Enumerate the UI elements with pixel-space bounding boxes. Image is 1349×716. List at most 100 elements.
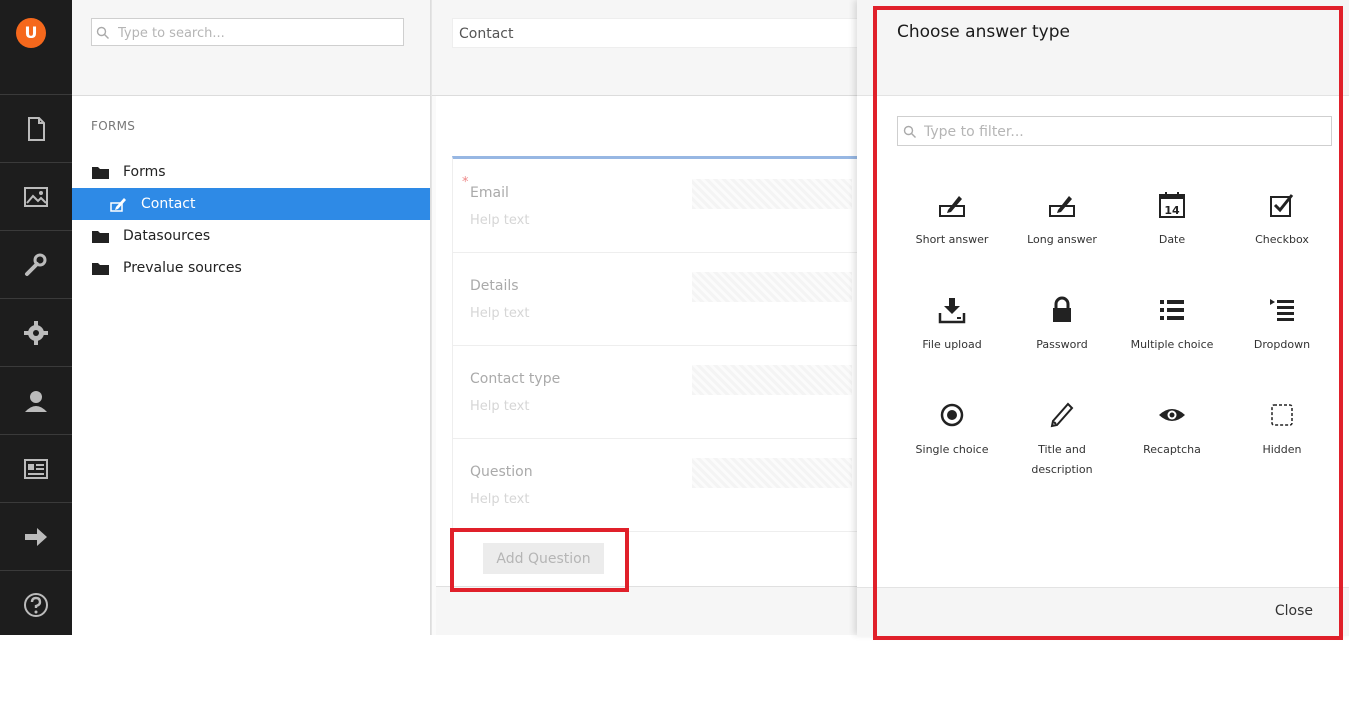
field-help-text: Help text: [470, 492, 530, 507]
short-answer-icon: [939, 196, 965, 217]
umbraco-logo-icon[interactable]: U: [16, 18, 46, 48]
tree-item-prevalue-sources[interactable]: Prevalue sources: [72, 252, 430, 284]
dropdown-list-icon: [1270, 299, 1294, 321]
type-multiple-choice[interactable]: Multiple choice: [1117, 295, 1227, 395]
calendar-day: 14: [1164, 204, 1180, 217]
folder-icon: [92, 166, 109, 179]
content-section-button[interactable]: [0, 94, 72, 162]
type-label: File upload: [922, 338, 982, 351]
field-placeholder: [692, 179, 852, 209]
required-marker: *: [462, 175, 469, 190]
type-title-and-description[interactable]: Title and description: [1007, 400, 1117, 500]
search-icon: [96, 26, 109, 39]
members-section-button[interactable]: [0, 434, 72, 502]
editor-footer: [436, 587, 858, 635]
app-sidebar: U: [0, 0, 72, 635]
type-short-answer[interactable]: Short answer: [897, 190, 1007, 290]
type-label: Hidden: [1262, 443, 1302, 456]
add-question-button[interactable]: Add Question: [483, 543, 604, 574]
tree-panel: FORMS Forms Contact Datasources Prevalue…: [72, 0, 431, 635]
field-label: Details: [470, 278, 519, 294]
form-field-contact-type[interactable]: Contact type Help text: [453, 345, 873, 439]
help-section-button[interactable]: [0, 570, 72, 638]
developer-section-button[interactable]: [0, 298, 72, 366]
form-field-details[interactable]: Details Help text: [453, 252, 873, 346]
tree-item-label: Prevalue sources: [123, 260, 242, 276]
field-placeholder: [692, 458, 852, 488]
filter-box[interactable]: [897, 116, 1332, 146]
calendar-icon: 14: [1159, 192, 1185, 218]
tree-item-label: Forms: [123, 164, 166, 180]
type-single-choice[interactable]: Single choice: [897, 400, 1007, 500]
type-label: Long answer: [1027, 233, 1097, 246]
type-password[interactable]: Password: [1007, 295, 1117, 395]
media-icon: [24, 186, 48, 207]
filter-input[interactable]: [922, 121, 1326, 143]
tree-header: [72, 0, 430, 96]
form-field-question[interactable]: Question Help text: [453, 438, 873, 532]
tree-item-label: Contact: [141, 196, 196, 212]
type-recaptcha[interactable]: Recaptcha: [1117, 400, 1227, 500]
hidden-dashed-icon: [1271, 404, 1293, 426]
developer-gear-icon: [24, 320, 48, 345]
type-hidden[interactable]: Hidden: [1227, 400, 1337, 500]
field-placeholder: [692, 365, 852, 395]
folder-icon: [92, 262, 109, 275]
dialog-title: Choose answer type: [897, 22, 1070, 42]
help-icon: [24, 592, 48, 617]
media-section-button[interactable]: [0, 162, 72, 230]
editor-body: * Email Help text Details Help text Cont…: [436, 96, 873, 587]
type-dropdown[interactable]: Dropdown: [1227, 295, 1337, 395]
type-label: Single choice: [915, 443, 989, 456]
tree-item-datasources[interactable]: Datasources: [72, 220, 430, 252]
field-label: Email: [470, 185, 509, 201]
form-fields-card: * Email Help text Details Help text Cont…: [452, 156, 873, 534]
form-edit-icon: [110, 198, 126, 212]
pencil-icon: [1050, 402, 1074, 428]
tree-search-input[interactable]: [116, 22, 400, 44]
type-label: Recaptcha: [1143, 443, 1201, 456]
type-long-answer[interactable]: Long answer: [1007, 190, 1117, 290]
radio-icon: [940, 403, 964, 427]
file-upload-icon: [938, 298, 966, 324]
folder-icon: [92, 230, 109, 243]
type-file-upload[interactable]: File upload: [897, 295, 1007, 395]
type-checkbox[interactable]: Checkbox: [1227, 190, 1337, 290]
members-card-icon: [24, 458, 48, 479]
list-icon: [1160, 300, 1184, 320]
users-icon: [25, 390, 47, 412]
search-icon: [903, 125, 916, 138]
tree-search-box[interactable]: [91, 18, 404, 46]
answer-type-dialog: Choose answer type Short answer Long ans…: [857, 0, 1349, 636]
close-button[interactable]: Close: [1275, 603, 1313, 619]
form-field-email[interactable]: * Email Help text: [453, 159, 873, 253]
settings-wrench-icon: [25, 253, 47, 276]
tree-section-title: FORMS: [91, 119, 136, 133]
dialog-footer: Close: [857, 587, 1349, 636]
content-icon: [28, 116, 45, 141]
type-date[interactable]: 14 Date: [1117, 190, 1227, 290]
type-label: Short answer: [915, 233, 989, 246]
type-label: Title and description: [1031, 443, 1093, 476]
field-label: Contact type: [470, 371, 561, 387]
type-label: Checkbox: [1255, 233, 1309, 246]
lock-icon: [1053, 296, 1071, 322]
field-help-text: Help text: [470, 306, 530, 321]
type-label: Date: [1158, 233, 1186, 246]
editor-header: Contact: [432, 0, 872, 96]
long-answer-icon: [1049, 196, 1075, 217]
type-label: Password: [1036, 338, 1088, 351]
form-name-field[interactable]: Contact: [452, 18, 872, 48]
users-section-button[interactable]: [0, 366, 72, 434]
forms-arrow-icon: [25, 527, 47, 546]
eye-icon: [1159, 409, 1185, 421]
forms-section-button[interactable]: [0, 502, 72, 570]
field-label: Question: [470, 464, 533, 480]
tree-item-contact[interactable]: Contact: [72, 188, 430, 220]
tree-item-forms[interactable]: Forms: [72, 156, 430, 188]
type-label: Multiple choice: [1130, 338, 1214, 351]
settings-section-button[interactable]: [0, 230, 72, 298]
tree-item-label: Datasources: [123, 228, 211, 244]
checkbox-icon: [1270, 194, 1294, 217]
field-help-text: Help text: [470, 213, 530, 228]
